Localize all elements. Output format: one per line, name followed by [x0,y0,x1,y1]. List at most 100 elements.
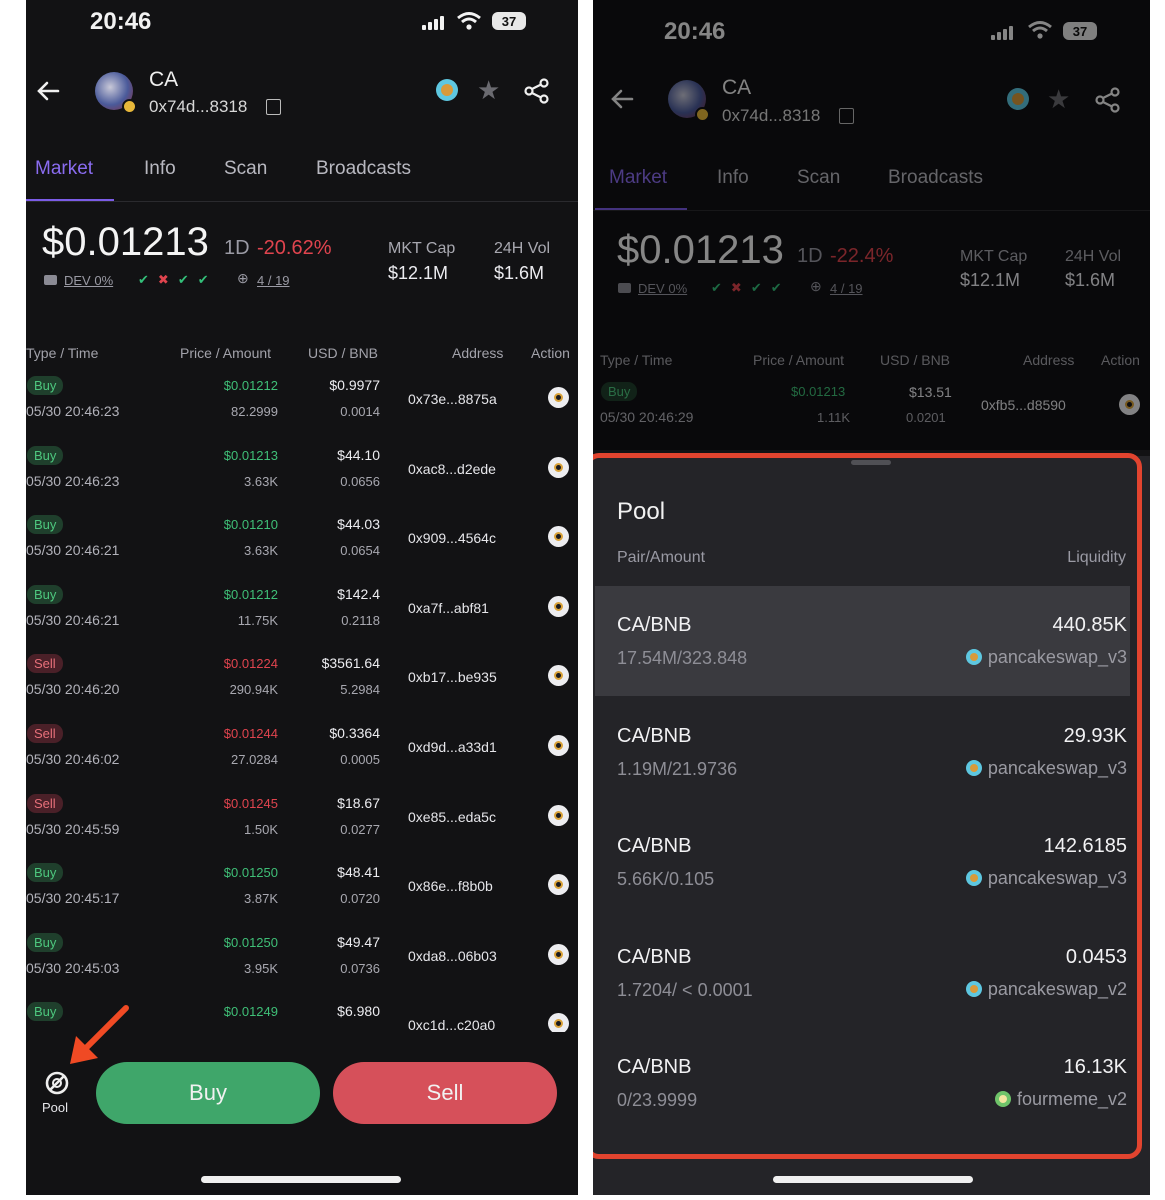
trade-time: 05/30 20:45:03 [26,959,120,976]
red-arrow-annotation [70,1005,129,1064]
trade-amount: 290.94K [229,682,278,698]
trade-action-icon[interactable] [548,595,569,617]
status-time: 20:46 [90,8,152,35]
trade-type-badge: Buy [27,445,64,465]
trade-amount: 27.0284 [231,752,278,767]
sell-button[interactable]: Sell [333,1062,557,1124]
trade-action-icon[interactable] [548,526,569,548]
trade-action-icon[interactable] [548,804,569,826]
trade-address[interactable]: 0x73e...8875a [408,391,497,407]
trade-bnb: 0.0720 [340,891,380,907]
table-row[interactable]: Buy 05/30 20:46:23 $0.01212 82.2999 $0.9977 0… [26,372,578,442]
header-type-time: Type / Time [26,345,99,361]
trade-time: 05/30 20:45:17 [26,890,120,907]
trade-address[interactable]: 0x909...4564c [408,530,496,546]
red-highlight-annotation [593,453,1142,1159]
mkt-cap-value: $12.1M [388,263,449,283]
trade-address[interactable]: 0x86e...f8b0b [408,878,493,894]
trade-address[interactable]: 0xd9d...a33d1 [408,739,497,755]
trade-action-icon[interactable] [548,456,569,478]
trade-type-badge: Buy [27,932,64,952]
trade-usd: $0.9977 [329,377,380,393]
trade-list[interactable]: Buy 05/30 20:46:23 $0.01212 82.2999 $0.9977 0… [26,372,578,1032]
trade-address[interactable]: 0xb17...be935 [408,669,497,685]
price-change: -20.62% [257,237,332,259]
copy-icon[interactable] [266,99,281,115]
left-screen: 20:46 37 CA 0x74d...8318 ★ Market Info S… [26,0,578,1195]
trade-type-badge: Sell [27,724,63,743]
table-row[interactable]: Buy 05/30 20:45:03 $0.01250 3.95K $49.47 0.07… [26,929,578,999]
trade-bnb: 0.0736 [340,960,380,976]
trade-action-icon[interactable] [548,735,569,756]
trade-price: $0.01250 [223,934,278,950]
trade-bnb: 0.2118 [341,612,380,628]
trade-price: $0.01212 [223,378,278,393]
table-row[interactable]: Buy 05/30 20:46:21 $0.01210 3.63K $44.03 0.06… [26,511,578,581]
trade-usd: $3561.64 [321,655,380,672]
favorite-star-icon[interactable]: ★ [477,77,500,103]
tab-broadcasts[interactable]: Broadcasts [316,158,411,180]
trade-bnb: 0.0277 [340,821,380,837]
modal-overlay[interactable] [593,0,1150,450]
trade-bnb: 0.0014 [340,404,380,419]
vol-label: 24H Vol [494,240,551,257]
holders-count[interactable]: 4 / 19 [257,273,290,288]
trade-address[interactable]: 0xda8...06b03 [408,948,497,964]
table-row[interactable]: Buy 05/30 20:46:21 $0.01212 11.75K $142.4 0.2… [26,581,578,651]
trade-bnb: 0.0656 [340,473,380,489]
token-price: $0.01213 [42,220,209,264]
trade-type-badge: Buy [27,863,64,883]
trade-amount: 3.63K [244,473,278,489]
wifi-icon [457,12,481,30]
trade-time: 05/30 20:46:20 [26,681,120,698]
share-icon[interactable] [524,78,550,104]
table-row[interactable]: Buy 05/30 20:46:23 $0.01213 3.63K $44.10 0.06… [26,442,578,512]
trade-usd: $48.41 [337,864,380,881]
cellular-signal-icon [422,14,444,30]
token-address: 0x74d...8318 [149,97,248,116]
trade-action-icon[interactable] [548,665,569,687]
table-row[interactable]: Sell 05/30 20:46:20 $0.01224 290.94K $3561.6… [26,650,578,720]
tab-info[interactable]: Info [144,158,176,180]
token-symbol: CA [149,68,179,91]
trade-usd: $44.10 [337,446,380,463]
security-checks: ✔ ✖ ✔ ✔ [138,272,209,288]
header-usd-bnb: USD / BNB [308,345,379,361]
trade-action-icon[interactable] [548,387,569,408]
trade-address[interactable]: 0xa7f...abf81 [408,600,489,616]
price-period[interactable]: 1D [224,237,250,260]
trade-action-icon[interactable] [548,874,569,896]
trade-address[interactable]: 0xc1d...c20a0 [408,1017,495,1032]
trade-bnb: 5.2984 [340,682,380,698]
tab-market[interactable]: Market [35,158,93,180]
check-icon: ✔ [138,272,149,287]
trade-type-badge: Sell [27,654,63,674]
table-row[interactable]: Sell 05/30 20:45:59 $0.01245 1.50K $18.67 0.0… [26,790,578,860]
mkt-cap-label: MKT Cap [388,240,456,257]
trade-amount: 3.87K [244,891,278,907]
pool-icon[interactable] [44,1070,70,1096]
trade-address[interactable]: 0xe85...eda5c [408,809,496,825]
trade-action-icon[interactable] [548,943,569,965]
trade-type-badge: Buy [27,1002,64,1022]
table-row[interactable]: Buy 05/30 20:45:17 $0.01250 3.87K $48.41 0.07… [26,859,578,929]
trade-type-badge: Buy [27,584,64,604]
trade-time: 05/30 20:46:21 [26,542,120,559]
trade-action-icon[interactable] [548,1013,569,1032]
pool-label[interactable]: Pool [42,1100,68,1115]
trade-address[interactable]: 0xac8...d2ede [408,461,496,477]
home-indicator [201,1176,401,1183]
pancakeswap-icon[interactable] [436,79,458,101]
header-address: Address [452,345,504,361]
trade-amount: 82.2999 [231,404,278,419]
trade-usd: $49.47 [337,933,380,950]
divider [26,201,578,202]
trade-usd: $142.4 [337,585,380,602]
trade-time: 05/30 20:46:23 [26,472,120,489]
trade-price: $0.01245 [223,795,278,811]
trade-usd: $0.3364 [329,725,380,741]
table-row[interactable]: Sell 05/30 20:46:02 $0.01244 27.0284 $0.3364… [26,720,578,790]
tab-scan[interactable]: Scan [224,158,267,180]
dev-holding[interactable]: DEV 0% [64,273,113,288]
back-arrow-icon[interactable] [36,80,60,102]
